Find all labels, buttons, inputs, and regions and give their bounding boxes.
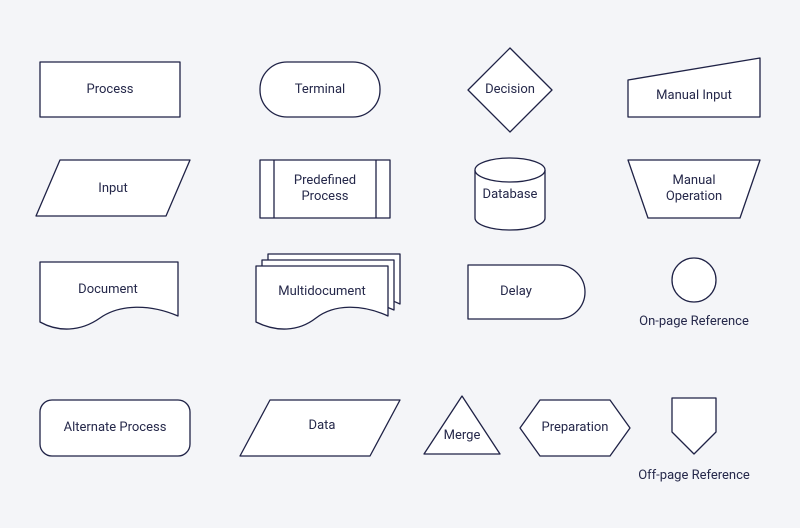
predefined-process-shape <box>260 160 390 218</box>
manual-input-shape <box>628 58 760 117</box>
document-shape <box>40 262 178 329</box>
data-shape <box>240 400 400 456</box>
manual-operation-shape <box>628 160 760 218</box>
on-page-reference-shape <box>672 258 716 302</box>
off-page-reference-shape <box>672 398 716 454</box>
process-shape <box>40 62 180 117</box>
database-shape <box>475 158 545 230</box>
merge-shape <box>424 396 500 454</box>
terminal-shape <box>260 62 380 117</box>
multidocument-shape <box>256 254 400 329</box>
input-shape <box>36 160 190 216</box>
decision-shape <box>468 48 552 132</box>
alternate-process-shape <box>40 400 190 456</box>
preparation-shape <box>520 400 630 456</box>
delay-shape <box>468 265 585 319</box>
